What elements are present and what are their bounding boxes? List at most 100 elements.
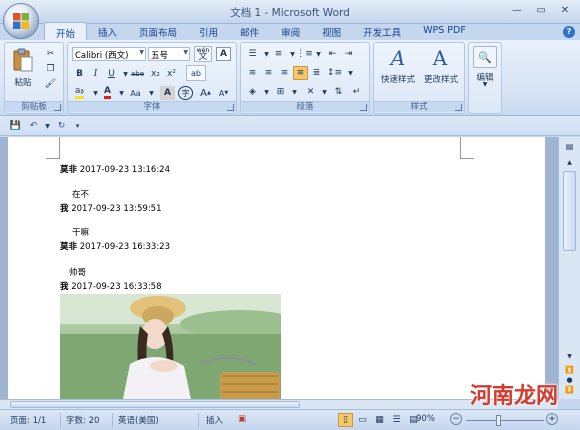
ruler-toggle-icon[interactable]: ▤ xyxy=(562,139,577,153)
page-counter[interactable]: 页面: 1/1 xyxy=(10,414,46,426)
tab-insert[interactable]: 插入 xyxy=(87,22,128,40)
format-painter-icon[interactable]: 🖌 xyxy=(43,77,58,91)
bullets-icon[interactable]: ☰ xyxy=(245,47,260,61)
clipboard-launcher-icon[interactable] xyxy=(54,104,61,111)
quick-styles-button[interactable]: 快速样式 xyxy=(376,73,420,85)
justify-icon[interactable]: ≡ xyxy=(293,66,308,80)
font-name-combo[interactable]: Calibri (西文) ▼ xyxy=(72,47,146,61)
zoom-out-icon[interactable]: − xyxy=(450,413,462,425)
vertical-scrollbar[interactable]: ▤ ▲ ▼ ⏫ ● ⏬ xyxy=(558,137,580,399)
tab-references[interactable]: 引用 xyxy=(188,22,229,40)
chevron-down-icon[interactable]: ▼ xyxy=(287,85,302,99)
increase-indent-icon[interactable]: ⇥ xyxy=(341,47,356,61)
cut-icon[interactable]: ✂ xyxy=(43,47,58,61)
tab-review[interactable]: 审阅 xyxy=(270,22,311,40)
minimize-button[interactable]: — xyxy=(506,2,528,18)
paragraph-launcher-icon[interactable] xyxy=(360,104,367,111)
superscript-icon[interactable]: x² xyxy=(164,67,179,81)
chevron-down-icon[interactable]: ▼ xyxy=(311,47,326,61)
redo-icon[interactable]: ↻ xyxy=(54,119,69,133)
numbering-icon[interactable]: ≡ xyxy=(271,47,286,61)
font-color-icon[interactable]: A xyxy=(100,86,115,100)
shading-icon[interactable]: ◈ xyxy=(245,85,260,99)
maximize-button[interactable]: ▭ xyxy=(530,2,552,18)
decrease-indent-icon[interactable]: ⇤ xyxy=(325,47,340,61)
zoom-slider-track[interactable] xyxy=(466,420,544,421)
help-icon[interactable]: ? xyxy=(563,26,575,38)
underline-icon[interactable]: U xyxy=(104,67,119,81)
change-styles-icon[interactable]: A xyxy=(426,45,454,71)
hscroll-thumb[interactable] xyxy=(10,401,300,408)
print-layout-icon[interactable]: ▯ xyxy=(338,413,353,427)
full-screen-reading-icon[interactable]: ▭ xyxy=(355,413,370,427)
chevron-down-icon[interactable]: ▼ xyxy=(259,85,274,99)
zoom-in-icon[interactable]: + xyxy=(546,413,558,425)
copy-icon[interactable]: ❐ xyxy=(43,62,58,76)
scroll-up-icon[interactable]: ▲ xyxy=(562,155,577,169)
tab-developer[interactable]: 开发工具 xyxy=(352,22,412,40)
chevron-down-icon[interactable]: ▼ xyxy=(40,119,55,133)
save-icon[interactable]: 💾 xyxy=(8,119,23,133)
chinese-layout-icon[interactable]: ✕ xyxy=(303,85,318,99)
next-page-icon[interactable]: ⏬ xyxy=(562,383,577,397)
enclose-char-icon[interactable]: 字 xyxy=(178,86,193,100)
font-launcher-icon[interactable] xyxy=(227,104,234,111)
language-indicator[interactable]: 英语(美国) xyxy=(118,414,159,426)
customize-qat-icon[interactable]: ▾ xyxy=(70,119,85,133)
close-button[interactable]: ✕ xyxy=(554,2,576,18)
chevron-down-icon[interactable]: ▼ xyxy=(317,85,332,99)
grow-font-icon[interactable]: A ▲ xyxy=(198,86,213,100)
chevron-down-icon[interactable]: ▼ xyxy=(114,86,129,100)
insert-mode[interactable]: 插入 xyxy=(206,414,223,426)
char-border-icon[interactable]: A xyxy=(216,47,231,61)
paste-button[interactable]: 粘贴 xyxy=(8,76,38,88)
photo-illustration xyxy=(60,294,281,399)
document-page[interactable]: 莫非 2017-09-23 13:16:24 在不 我 2017-09-23 1… xyxy=(8,137,545,399)
paste-icon[interactable] xyxy=(9,45,37,75)
align-right-icon[interactable]: ≡ xyxy=(277,66,292,80)
char-shading-icon[interactable]: A xyxy=(160,86,175,100)
scroll-thumb[interactable] xyxy=(563,171,576,251)
tab-wps-pdf[interactable]: WPS PDF xyxy=(412,22,477,40)
change-styles-button[interactable]: 更改样式 xyxy=(418,73,464,85)
italic-icon[interactable]: I xyxy=(88,67,103,81)
line-spacing-icon[interactable]: ↕≡ xyxy=(327,66,342,80)
macro-record-icon[interactable]: ▣ xyxy=(238,414,246,424)
bold-icon[interactable]: B xyxy=(72,67,87,81)
tab-mailings[interactable]: 邮件 xyxy=(229,22,270,40)
align-center-icon[interactable]: ≡ xyxy=(261,66,276,80)
outline-icon[interactable]: ☰ xyxy=(389,413,404,427)
tab-view[interactable]: 视图 xyxy=(311,22,352,40)
align-left-icon[interactable]: ≡ xyxy=(245,66,260,80)
quick-styles-icon[interactable]: A xyxy=(384,45,412,71)
tab-page-layout[interactable]: 页面布局 xyxy=(128,22,188,40)
multilevel-list-icon[interactable]: ⋮≡ xyxy=(296,47,313,61)
change-case-icon[interactable]: Aa xyxy=(128,86,143,100)
font-size-combo[interactable]: 五号 ▼ xyxy=(148,47,190,61)
scroll-down-icon[interactable]: ▼ xyxy=(562,349,577,363)
message-text: 在不 xyxy=(72,190,90,200)
sort-icon[interactable]: ⇅ xyxy=(331,85,346,99)
chevron-down-icon[interactable]: ▼ xyxy=(144,86,159,100)
show-marks-icon[interactable]: ↵ xyxy=(349,85,364,99)
borders-icon[interactable]: ⊞ xyxy=(273,85,288,99)
undo-icon[interactable]: ↶ xyxy=(26,119,41,133)
shrink-font-icon[interactable]: A ▼ xyxy=(216,86,231,100)
message-timestamp: 2017-09-23 16:33:23 xyxy=(79,242,170,252)
clear-format-icon[interactable]: ab xyxy=(186,65,206,81)
strikethrough-icon[interactable]: abe xyxy=(130,67,145,81)
chevron-down-icon[interactable]: ▼ xyxy=(343,66,358,80)
subscript-icon[interactable]: x₂ xyxy=(148,67,163,81)
tab-home[interactable]: 开始 xyxy=(44,22,88,40)
embedded-photo[interactable] xyxy=(60,294,281,399)
word-count[interactable]: 字数: 20 xyxy=(66,414,99,426)
styles-launcher-icon[interactable] xyxy=(455,104,462,111)
highlight-icon[interactable]: aᵦ xyxy=(72,86,87,100)
distributed-icon[interactable]: ≣ xyxy=(309,66,324,80)
phonetic-guide-icon[interactable]: wén 文 xyxy=(194,46,212,62)
web-layout-icon[interactable]: ▦ xyxy=(372,413,387,427)
office-button[interactable] xyxy=(3,3,39,39)
find-icon[interactable]: 🔍 xyxy=(473,46,497,68)
zoom-slider-thumb[interactable] xyxy=(496,415,501,426)
zoom-level[interactable]: 90% xyxy=(416,414,435,424)
